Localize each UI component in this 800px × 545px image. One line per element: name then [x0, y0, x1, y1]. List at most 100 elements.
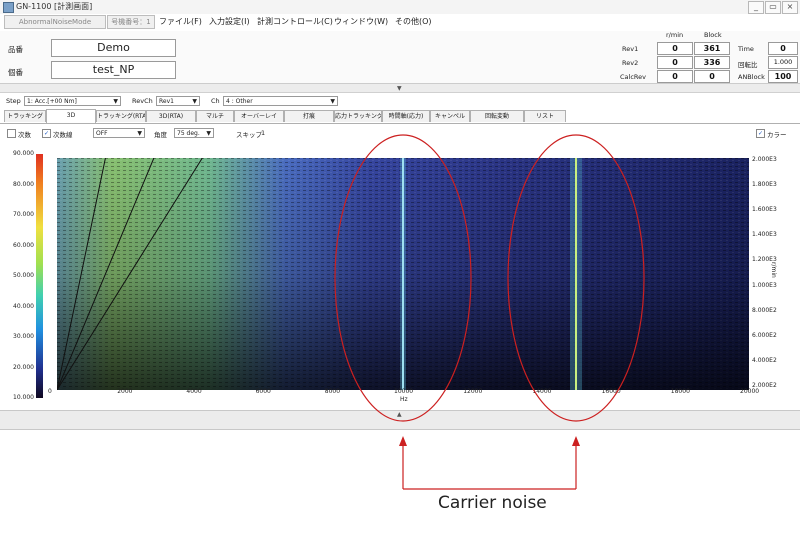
- step-select-value: 1: Acc.[+00 Nm]: [27, 98, 77, 105]
- carrier-noise-line: [575, 158, 577, 390]
- bottom-splitter[interactable]: ▲: [0, 410, 800, 430]
- order-line-checkbox[interactable]: ✓: [42, 129, 51, 138]
- x-tick-label: 18000: [670, 388, 690, 395]
- colorbar-tick-label: 80.000: [13, 180, 34, 188]
- menu-file[interactable]: ファイル(F): [159, 16, 202, 27]
- chevron-down-icon: ▼: [206, 130, 211, 137]
- serial-number-label: 個番: [8, 68, 23, 77]
- ch-select[interactable]: 4 : Other ▼: [223, 96, 338, 106]
- step-toolbar: Step 1: Acc.[+00 Nm] ▼ RevCh Rev1 ▼ Ch 4 :…: [0, 93, 800, 109]
- arrow-head-icon: [399, 436, 407, 446]
- colorbar: [36, 154, 43, 398]
- revch-select-value: Rev1: [159, 98, 174, 105]
- revch-select[interactable]: Rev1 ▼: [156, 96, 200, 106]
- part-number-field[interactable]: Demo: [51, 39, 176, 57]
- minimize-button[interactable]: _: [748, 1, 764, 14]
- right-tick-label: 2.000E3: [752, 156, 777, 163]
- right-tick-label: 8.000E2: [752, 306, 777, 314]
- colorbar-tick-label: 10.000: [13, 394, 34, 401]
- maximize-button[interactable]: ▭: [765, 1, 781, 14]
- splitter-grip-icon: ▲: [397, 411, 402, 418]
- color-checkbox[interactable]: ✓: [756, 129, 765, 138]
- colorbar-tick-label: 40.000: [13, 302, 34, 310]
- x-tick-label: 0: [48, 388, 52, 395]
- step-select[interactable]: 1: Acc.[+00 Nm] ▼: [24, 96, 121, 106]
- rev1-block-value: 361: [694, 42, 730, 55]
- order-label: 次数: [18, 131, 31, 139]
- rotation-ratio-value: 1.000: [768, 56, 798, 69]
- order-select[interactable]: OFF ▼: [93, 128, 145, 138]
- spectrogram-plot: [57, 158, 749, 390]
- x-tick-label: 6000: [255, 388, 271, 395]
- angle-select[interactable]: 75 deg. ▼: [174, 128, 214, 138]
- right-tick-label: 6.000E2: [752, 331, 777, 339]
- time-label: Time: [738, 45, 754, 53]
- skip-value[interactable]: 1: [261, 129, 265, 137]
- x-tick-label: 10000: [394, 388, 414, 395]
- colorbar-tick-label: 70.000: [13, 211, 34, 218]
- menu-input-settings[interactable]: 入力設定(I): [209, 16, 250, 27]
- tab-3d-rta[interactable]: 3D(RTA): [146, 110, 196, 122]
- order-line-label: 次数線: [53, 131, 73, 139]
- right-axis-title: r/min: [770, 262, 777, 278]
- colorbar-tick-label: 60.000: [13, 241, 34, 249]
- calcrev-label: CalcRev: [620, 73, 646, 81]
- menu-other[interactable]: その他(O): [395, 16, 432, 27]
- tab-stress-tracking[interactable]: 応力トラッキング: [334, 110, 382, 122]
- tab-campbell[interactable]: キャンペル: [430, 110, 470, 122]
- close-button[interactable]: ×: [782, 1, 798, 14]
- x-tick-label: 16000: [601, 388, 621, 395]
- window-title: GN-1100 [計測画面]: [16, 2, 93, 11]
- carrier-noise-line: [402, 158, 404, 390]
- color-label: カラー: [767, 131, 787, 139]
- rmin-column-header: r/min: [666, 31, 684, 39]
- menu-measure-control[interactable]: 計測コントロール(C): [257, 16, 333, 27]
- ch-label: Ch: [211, 97, 220, 105]
- colorbar-tick-label: 90.000: [13, 150, 34, 157]
- tab-tracking[interactable]: トラッキング: [4, 110, 46, 122]
- calcrev-rmin-value: 0: [657, 70, 693, 83]
- panel-splitter[interactable]: ▼: [0, 84, 800, 93]
- colorbar-tick-label: 50.000: [13, 272, 34, 279]
- x-tick-label: 20000: [740, 388, 760, 395]
- rev1-label: Rev1: [622, 45, 639, 53]
- rev2-label: Rev2: [622, 59, 639, 67]
- revch-label: RevCh: [132, 97, 153, 105]
- tab-overlay[interactable]: オーバーレイ: [234, 110, 284, 122]
- x-tick-label: 4000: [186, 388, 202, 395]
- rotation-ratio-label: 回転比: [738, 61, 758, 69]
- tab-tracking-rta[interactable]: トラッキング(RTA): [96, 110, 146, 122]
- chevron-down-icon: ▼: [330, 98, 335, 105]
- part-number-label: 品番: [8, 45, 23, 54]
- right-tick-label: 1.600E3: [752, 206, 777, 214]
- ch-select-value: 4 : Other: [226, 98, 253, 105]
- skip-label: スキップ: [236, 131, 262, 139]
- tab-multi[interactable]: マルチ: [196, 110, 234, 122]
- form-number: 号機番号：1: [107, 15, 155, 29]
- order-checkbox[interactable]: [7, 129, 16, 138]
- tab-list[interactable]: リスト: [524, 110, 566, 122]
- right-tick-label: 4.000E2: [752, 356, 777, 364]
- right-tick-label: 1.400E3: [752, 231, 777, 239]
- step-label: Step: [6, 97, 21, 105]
- anblock-label: ANBlock: [738, 73, 765, 81]
- order-select-value: OFF: [96, 130, 108, 137]
- right-tick-label: 2.000E2: [752, 382, 777, 389]
- tab-rotation-variation[interactable]: 回転変動: [470, 110, 524, 122]
- chevron-down-icon: ▼: [137, 130, 142, 137]
- x-tick-label: 8000: [324, 388, 341, 395]
- carrier-noise-annotation: Carrier noise: [438, 493, 547, 513]
- tab-3d[interactable]: 3D: [46, 109, 96, 123]
- rev1-rmin-value: 0: [657, 42, 693, 55]
- tab-time-axis-stress[interactable]: 時間軸(応力): [382, 110, 430, 122]
- header-panel: 品番 Demo 個番 test_NP r/min Block Rev1 0 36…: [0, 31, 800, 84]
- anblock-value: 100: [768, 70, 798, 83]
- menu-window[interactable]: ウィンドウ(W): [334, 16, 388, 27]
- title-bar: GN-1100 [計測画面] _ ▭ ×: [0, 0, 800, 15]
- right-tick-label: 1.000E3: [752, 281, 777, 289]
- serial-number-field[interactable]: test_NP: [51, 61, 176, 79]
- menu-bar: AbnormalNoiseMode 号機番号：1 ファイル(F) 入力設定(I)…: [0, 14, 800, 30]
- tab-dent[interactable]: 打痕: [284, 110, 334, 122]
- view-tabs: トラッキング 3D トラッキング(RTA) 3D(RTA) マルチ オーバーレイ…: [0, 109, 800, 124]
- x-tick-label: 2000: [117, 388, 133, 395]
